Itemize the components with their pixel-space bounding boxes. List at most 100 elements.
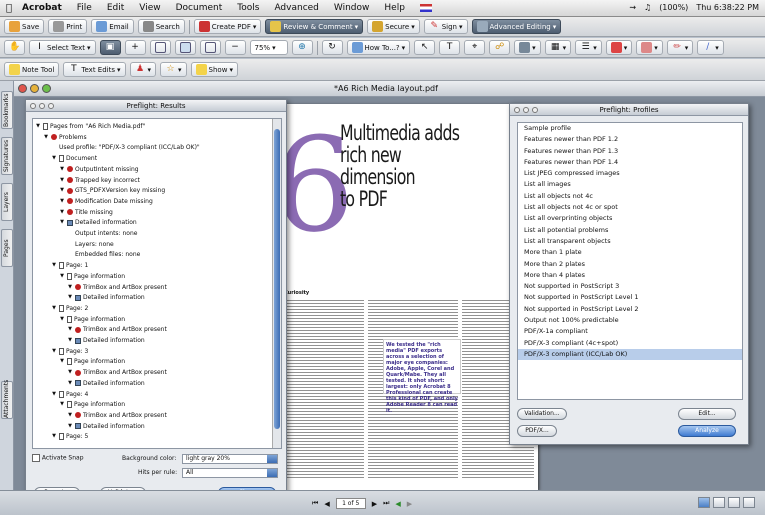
panel-close-button[interactable] (30, 103, 36, 109)
profile-list-item[interactable]: Not supported in PostScript Level 1 (518, 292, 742, 303)
panel-minimize-button[interactable] (523, 107, 529, 113)
disclosure-triangle-icon[interactable]: ▼ (59, 165, 65, 174)
hand-tool-button[interactable]: ✋ (4, 40, 25, 55)
tree-row[interactable]: ▼ Problems (43, 133, 87, 142)
tree-row[interactable]: ▼ Detailed information (67, 422, 145, 431)
disclosure-triangle-icon[interactable]: ▼ (51, 304, 57, 313)
profile-list-item[interactable]: List all objects not 4c or spot (518, 202, 742, 213)
tree-row[interactable]: ▼ Page: 1 (51, 261, 88, 270)
disclosure-triangle-icon[interactable]: ▼ (59, 186, 65, 195)
disclosure-triangle-icon[interactable]: ▼ (51, 432, 57, 441)
search-button[interactable]: Search (137, 19, 185, 34)
panel-close-button[interactable] (514, 107, 520, 113)
disclosure-triangle-icon[interactable]: ▼ (59, 208, 65, 217)
link-tool-button[interactable]: ☍ (489, 40, 511, 55)
tree-row[interactable]: Output intents: none (67, 229, 137, 238)
zoom-field[interactable]: 75% ▾ (249, 40, 288, 55)
menu-advanced[interactable]: Advanced (274, 3, 318, 13)
first-page-icon[interactable]: ⏮ (312, 499, 318, 508)
attach-button[interactable]: ☆ ▾ (160, 62, 187, 77)
tree-row[interactable]: ▼ Page information (59, 357, 125, 366)
tree-row[interactable]: ▼ Title missing (59, 208, 113, 217)
profile-list-item[interactable]: Features newer than PDF 1.4 (518, 157, 742, 168)
tree-row[interactable]: ▼ GTS_PDFXVersion key missing (59, 186, 165, 195)
sign-button[interactable]: ✎ Sign ▾ (423, 19, 468, 34)
select-text-button[interactable]: I Select Text ▾ (29, 40, 96, 55)
continuous-facing-view-icon[interactable] (743, 497, 755, 508)
validation-button[interactable]: Validation... (517, 408, 567, 420)
next-page-icon[interactable]: ▶ (372, 500, 377, 508)
battery-status[interactable]: (100%) (659, 3, 688, 12)
print-button[interactable]: Print (48, 19, 88, 34)
fit-page-button[interactable] (174, 40, 196, 55)
disclosure-triangle-icon[interactable]: ▼ (59, 218, 65, 227)
profile-list-item[interactable]: List all images (518, 179, 742, 190)
close-window-button[interactable] (18, 84, 27, 93)
crop-button[interactable]: ⌖ (464, 40, 486, 55)
zoom-out-button[interactable]: − (224, 40, 246, 55)
profile-list-item[interactable]: More than 2 plates (518, 259, 742, 270)
profile-list-item[interactable]: PDF/X-3 compliant (ICC/Lab OK) (518, 348, 742, 361)
disclosure-triangle-icon[interactable]: ▼ (67, 411, 73, 420)
review-comment-button[interactable]: Review & Comment ▾ (265, 19, 364, 34)
disclosure-triangle-icon[interactable]: ▼ (51, 390, 57, 399)
profile-list-item[interactable]: PDF/X-1a compliant (518, 326, 742, 337)
tree-scrollbar[interactable] (272, 119, 281, 448)
disclosure-triangle-icon[interactable]: ▼ (51, 154, 57, 163)
tab-pages[interactable]: Pages (1, 229, 13, 267)
disclosure-triangle-icon[interactable]: ▼ (59, 272, 65, 281)
highlight-tool[interactable]: ▾ (605, 40, 633, 55)
pointer-tool-button[interactable]: ↖ (414, 40, 436, 55)
disclosure-triangle-icon[interactable]: ▼ (51, 347, 57, 356)
profile-list-item[interactable]: Not supported in PostScript 3 (518, 281, 742, 292)
line-tool[interactable]: ∕ ▾ (697, 40, 724, 55)
input-flag-icon[interactable] (419, 4, 432, 12)
text-field-tool[interactable]: ☰ ▾ (575, 40, 602, 55)
menu-view[interactable]: View (139, 3, 160, 13)
disclosure-triangle-icon[interactable]: ▼ (59, 176, 65, 185)
tree-row[interactable]: ▼ Modification Date missing (59, 197, 153, 206)
disclosure-triangle-icon[interactable]: ▼ (59, 357, 65, 366)
rotate-button[interactable]: ↻ (321, 40, 343, 55)
facing-view-icon[interactable] (728, 497, 740, 508)
tree-row[interactable]: ▼ Page: 5 (51, 432, 88, 441)
panel-zoom-button[interactable] (532, 107, 538, 113)
tree-row[interactable]: ▼ Page: 4 (51, 390, 88, 399)
tree-row[interactable]: ▼ Page: 3 (51, 347, 88, 356)
tree-row[interactable]: ▼ TrimBox and ArtBox present (67, 325, 167, 334)
menu-help[interactable]: Help (384, 3, 405, 13)
tree-row[interactable]: ▼ Pages from "A6 Rich Media.pdf" (35, 122, 145, 131)
tree-row[interactable]: ▼ TrimBox and ArtBox present (67, 411, 167, 420)
go-forward-icon[interactable]: ▶ (407, 500, 412, 508)
profile-list-item[interactable]: List all objects not 4c (518, 191, 742, 202)
tree-row[interactable]: ▼ TrimBox and ArtBox present (67, 368, 167, 377)
create-pdf-button[interactable]: Create PDF ▾ (193, 19, 262, 34)
menu-document[interactable]: Document (176, 3, 223, 13)
zoom-in-button[interactable]: + (124, 40, 146, 55)
profile-list-item[interactable]: Features newer than PDF 1.2 (518, 134, 742, 145)
profile-list-item[interactable]: List JPEG compressed images (518, 168, 742, 179)
continuous-view-icon[interactable] (713, 497, 725, 508)
advanced-editing-button[interactable]: Advanced Editing ▾ (471, 19, 562, 34)
button-tool[interactable]: ▦ ▾ (544, 40, 572, 55)
disclosure-triangle-icon[interactable]: ▼ (59, 197, 65, 206)
tree-row[interactable]: ▼ Trapped key incorrect (59, 176, 140, 185)
menu-file[interactable]: File (77, 3, 92, 13)
snapshot-button[interactable]: ▣ (99, 40, 121, 55)
profile-list-item[interactable]: List all transparent objects (518, 236, 742, 247)
menubar-clock[interactable]: Thu 6:38:22 PM (696, 3, 759, 12)
tree-row[interactable]: ▼ OutputIntent missing (59, 165, 139, 174)
profile-list-item[interactable]: Not supported in PostScript Level 2 (518, 304, 742, 315)
profile-list-item[interactable]: Output not 100% predictable (518, 315, 742, 326)
secure-button[interactable]: Secure ▾ (367, 19, 420, 34)
actual-size-button[interactable] (149, 40, 171, 55)
disclosure-triangle-icon[interactable]: ▼ (67, 379, 73, 388)
bluetooth-icon[interactable]: ⇝ (629, 3, 636, 12)
tab-layers[interactable]: Layers (1, 183, 13, 221)
edit-button[interactable]: Edit... (678, 408, 736, 420)
panel-minimize-button[interactable] (39, 103, 45, 109)
disclosure-triangle-icon[interactable]: ▼ (59, 315, 65, 324)
tree-row[interactable]: ▼ Document (51, 154, 97, 163)
disclosure-triangle-icon[interactable]: ▼ (59, 400, 65, 409)
tree-row[interactable]: ▼ Page information (59, 315, 125, 324)
